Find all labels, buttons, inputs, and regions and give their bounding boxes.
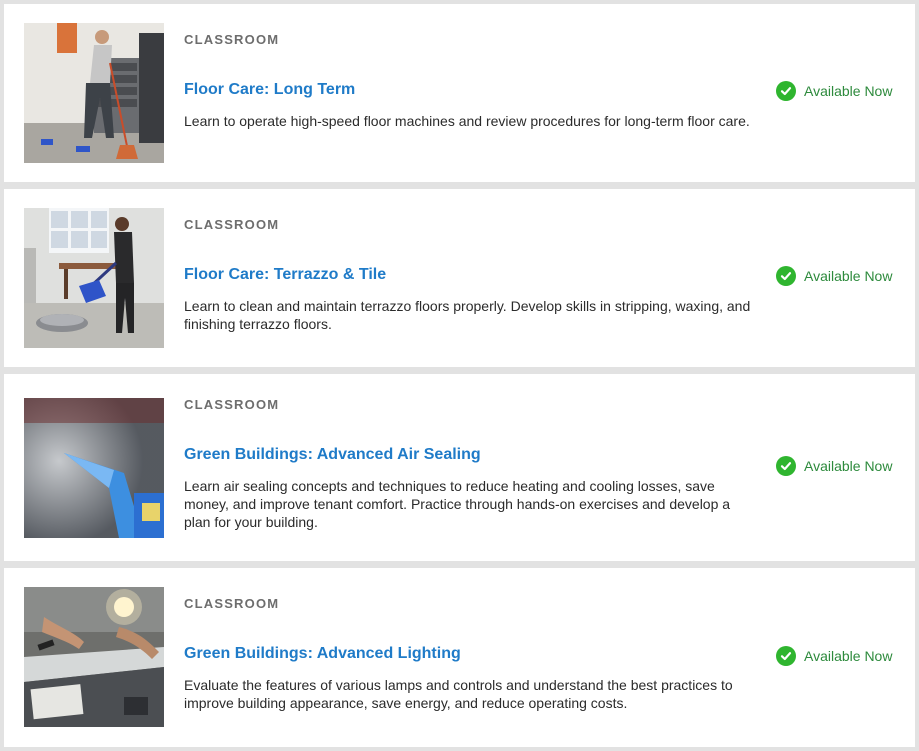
status-label: Available Now xyxy=(804,648,893,664)
course-thumbnail-buffer[interactable] xyxy=(24,208,164,348)
course-category: CLASSROOM xyxy=(184,397,280,412)
availability-status: Available Now xyxy=(776,81,892,101)
course-category: CLASSROOM xyxy=(184,596,280,611)
check-circle-icon xyxy=(776,646,796,666)
hands-working-on-lamps-image xyxy=(24,587,164,727)
course-thumbnail-mopping[interactable] xyxy=(24,23,164,163)
status-label: Available Now xyxy=(804,458,893,474)
man-mopping-floor-image xyxy=(24,23,164,163)
course-card[interactable]: CLASSROOM Green Buildings: Advanced Air … xyxy=(4,374,915,561)
availability-status: Available Now xyxy=(776,456,892,476)
course-thumbnail-lighting[interactable] xyxy=(24,587,164,727)
status-label: Available Now xyxy=(804,83,893,99)
status-label: Available Now xyxy=(804,268,893,284)
course-title-link[interactable]: Floor Care: Long Term xyxy=(184,81,355,99)
course-title-link[interactable]: Green Buildings: Advanced Air Sealing xyxy=(184,446,481,464)
course-category: CLASSROOM xyxy=(184,217,280,232)
availability-status: Available Now xyxy=(776,646,892,666)
course-list: CLASSROOM Floor Care: Long Term Learn to… xyxy=(0,0,919,751)
course-card[interactable]: CLASSROOM Floor Care: Terrazzo & Tile Le… xyxy=(4,189,915,367)
course-card[interactable]: CLASSROOM Floor Care: Long Term Learn to… xyxy=(4,4,915,182)
availability-status: Available Now xyxy=(776,266,892,286)
course-title-link[interactable]: Green Buildings: Advanced Lighting xyxy=(184,645,461,663)
check-circle-icon xyxy=(776,266,796,286)
man-operating-floor-buffer-image xyxy=(24,208,164,348)
course-category: CLASSROOM xyxy=(184,32,280,47)
spray-bottle-mist-image xyxy=(24,398,164,538)
course-description: Learn to operate high-speed floor machin… xyxy=(184,113,750,129)
course-thumbnail-air-sealing[interactable] xyxy=(24,398,164,538)
check-circle-icon xyxy=(776,81,796,101)
check-circle-icon xyxy=(776,456,796,476)
course-description: Learn to clean and maintain terrazzo flo… xyxy=(184,298,751,332)
course-description: Evaluate the features of various lamps a… xyxy=(184,677,733,711)
course-card[interactable]: CLASSROOM Green Buildings: Advanced Ligh… xyxy=(4,568,915,747)
course-title-link[interactable]: Floor Care: Terrazzo & Tile xyxy=(184,266,386,284)
course-description: Learn air sealing concepts and technique… xyxy=(184,478,731,530)
